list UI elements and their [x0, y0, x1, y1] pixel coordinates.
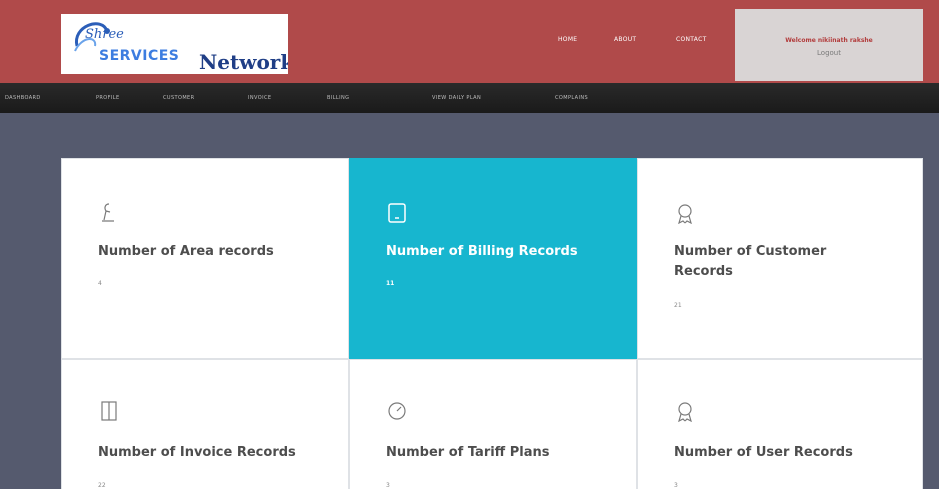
menu-view-daily-plan[interactable]: VIEW DAILY PLAN	[432, 95, 481, 101]
menu-complains[interactable]: COMPLAINS	[555, 95, 588, 101]
logo-network: Network	[199, 50, 288, 74]
card-customer-records[interactable]: Number of Customer Records 21	[637, 158, 923, 359]
logout-link[interactable]: Logout	[735, 49, 923, 57]
card-title: Number of Customer Records	[674, 244, 827, 279]
nav-home-link[interactable]: HOME	[558, 36, 577, 43]
welcome-text: Welcome nikiinath rakshe	[785, 37, 873, 44]
menu-invoice[interactable]: INVOICE	[248, 95, 271, 101]
tablet-icon	[388, 203, 406, 223]
card-invoice-records[interactable]: Number of Invoice Records 22	[61, 359, 349, 489]
card-title: Number of Tariff Plans	[386, 445, 550, 460]
card-tariff-plans[interactable]: Number of Tariff Plans 3	[349, 359, 637, 489]
card-area-records[interactable]: Number of Area records 4	[61, 158, 349, 359]
card-billing-records[interactable]: Number of Billing Records 11	[349, 158, 637, 359]
card-count: 3	[674, 482, 678, 489]
gauge-icon	[388, 402, 406, 420]
nav-contact-link[interactable]: CONTACT	[676, 36, 707, 43]
logo-shree: Shree	[85, 27, 124, 42]
menu-dashboard[interactable]: DASHBOARD	[5, 95, 41, 101]
header: Shree SERVICES Network HOME ABOUT CONTAC…	[0, 0, 939, 83]
nav-about-link[interactable]: ABOUT	[614, 36, 636, 43]
door-icon	[101, 401, 117, 421]
award-icon	[678, 402, 692, 422]
card-count: 3	[386, 482, 390, 489]
pin-icon	[102, 203, 114, 222]
logo[interactable]: Shree SERVICES Network	[61, 14, 288, 74]
card-count: 4	[98, 280, 102, 287]
card-user-records[interactable]: Number of User Records 3	[637, 359, 923, 489]
menu-profile[interactable]: PROFILE	[96, 95, 120, 101]
user-box: Welcome nikiinath rakshe Logout	[735, 9, 923, 81]
card-count: 11	[386, 280, 395, 287]
logo-services: SERVICES	[99, 48, 180, 64]
card-count: 21	[674, 302, 682, 309]
card-title: Number of User Records	[674, 445, 853, 460]
card-title: Number of Invoice Records	[98, 445, 296, 460]
card-title: Number of Billing Records	[386, 244, 578, 259]
card-count: 22	[98, 482, 106, 489]
award-icon	[678, 204, 692, 224]
menu-customer[interactable]: CUSTOMER	[163, 95, 194, 101]
dashboard-content: Number of Area records 4 Number of Billi…	[0, 113, 939, 489]
card-title: Number of Area records	[98, 244, 274, 259]
main-nav: DASHBOARD PROFILE CUSTOMER INVOICE BILLI…	[0, 83, 939, 113]
menu-billing[interactable]: BILLING	[327, 95, 349, 101]
